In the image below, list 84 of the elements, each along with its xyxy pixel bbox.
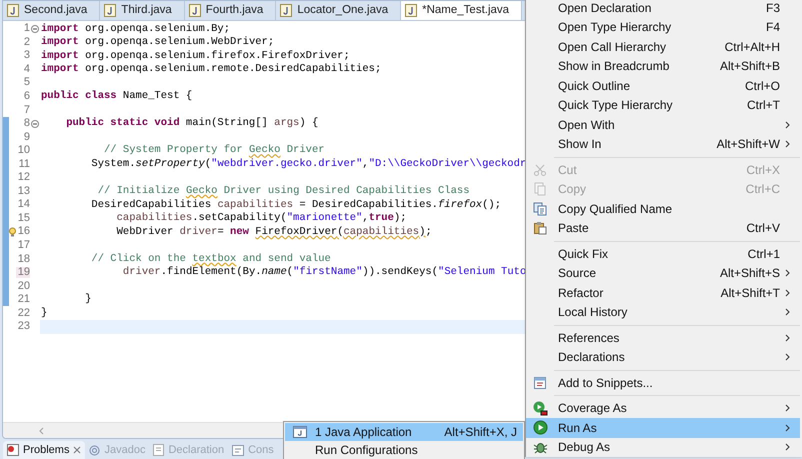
line-number: 9: [22, 132, 30, 143]
code-line: capabilities.setCapability("marionette",true);: [116, 213, 407, 224]
close-icon[interactable]: [73, 446, 82, 454]
line-number: 6: [22, 91, 30, 102]
code-line: // System Property for Gecko Driver: [103, 145, 325, 156]
menu-item[interactable]: Open Call Hierarchy Ctrl+Alt+H: [526, 37, 800, 56]
line-number: 3: [22, 50, 30, 62]
declaration-icon: [153, 444, 164, 456]
menu-item[interactable]: Quick Outline Ctrl+O: [526, 76, 800, 96]
menu-item[interactable]: Quick Fix Ctrl+1: [526, 244, 800, 264]
console-icon: [232, 444, 244, 456]
code-line: import org.openqa.selenium.WebDriver;: [40, 37, 274, 48]
menu-item[interactable]: Coverage As: [526, 398, 800, 418]
menu-item[interactable]: Add to Snippets...: [526, 373, 800, 392]
line-number: 4: [22, 64, 30, 75]
code-line: // Initialize Gecko Driver using Desired Capabilities Class: [96, 186, 470, 197]
line-number: 15: [16, 212, 30, 224]
java-file-icon: [405, 4, 418, 17]
menu-item[interactable]: Copy Qualified Name: [526, 199, 800, 218]
view-tab[interactable]: Problems: [3, 441, 86, 459]
menu-item[interactable]: Refactor Alt+Shift+T: [526, 283, 800, 302]
menu-item[interactable]: Declarations: [526, 348, 800, 367]
menu-item[interactable]: References: [526, 328, 800, 348]
collapse-icon[interactable]: [31, 120, 39, 128]
code-line: driver.findElement(By.name("firstName")).sendKeys("Selenium Tuto: [122, 267, 526, 278]
line-number: 5: [22, 77, 30, 88]
code-line: WebDriver driver= new FirefoxDriver(capabilities);: [116, 226, 432, 238]
menu-item[interactable]: 1 Java Application Alt+Shift+X, J: [285, 423, 523, 441]
line-number: 8: [22, 118, 30, 130]
menu-item[interactable]: Show In Alt+Shift+W: [526, 134, 800, 154]
code-line: }: [84, 294, 92, 305]
menu-item[interactable]: Debug As: [526, 438, 800, 457]
line-number: 19: [16, 267, 30, 278]
java-file-icon: [280, 4, 292, 17]
menu-item[interactable]: Paste Ctrl+V: [526, 218, 800, 238]
code-line: }: [40, 308, 48, 318]
java-app-icon: [293, 426, 307, 438]
line-number: 10: [16, 145, 30, 156]
line-number: 11: [18, 158, 30, 170]
code-line: import org.openqa.selenium.remote.DesiredCapabilities;: [40, 64, 382, 75]
line-number: 2: [22, 36, 30, 48]
java-file-icon: [7, 4, 19, 17]
code-line: // Click on the textbox and send value: [90, 254, 331, 264]
java-file-icon: [104, 4, 116, 17]
code-line: public class Name_Test {: [40, 91, 192, 102]
menu-item[interactable]: Quick Type Hierarchy Ctrl+T: [526, 96, 800, 115]
line-number: 18: [16, 254, 30, 265]
code-line: public static void main(String[] args) {: [65, 118, 318, 129]
code-line: System.setProperty("webdriver.gecko.driver","D:\\GeckoDriver\\geckodr: [90, 158, 526, 170]
code-line: DesiredCapabilities capabilities = DesiredCapabilities.firefox();: [90, 200, 502, 210]
collapse-icon[interactable]: [31, 24, 39, 33]
menu-item[interactable]: Show in Breadcrumb Alt+Shift+B: [526, 56, 800, 76]
menu-item[interactable]: Open Declaration F3: [526, 0, 800, 18]
editor-tab[interactable]: *Name_Test.java: [401, 1, 522, 20]
code-line: import org.openqa.selenium.firefox.FirefoxDriver;: [40, 50, 350, 62]
line-number: 12: [16, 172, 30, 184]
run-icon: [532, 420, 548, 436]
problems-icon: [7, 444, 19, 456]
coverage-icon: [532, 400, 548, 416]
menu-item[interactable]: Open With: [526, 115, 800, 134]
warning-bulb-icon[interactable]: [9, 226, 16, 237]
copy-name-icon: [533, 202, 547, 216]
line-number: 22: [16, 308, 30, 319]
code-line: import org.openqa.selenium.By;: [40, 24, 230, 34]
java-file-icon: [188, 4, 201, 17]
scissors-icon: [533, 162, 547, 177]
line-number: 21: [16, 294, 30, 306]
line-number: 20: [16, 280, 30, 292]
copy-icon: [533, 182, 547, 196]
line-number: 16: [16, 226, 30, 238]
line-number: 14: [16, 199, 30, 210]
javadoc-icon: [89, 444, 100, 456]
snippet-icon: [533, 376, 547, 390]
line-number: 13: [16, 186, 30, 197]
menu-item[interactable]: Run As: [526, 418, 800, 438]
line-number: 7: [22, 104, 30, 116]
menu-item[interactable]: Source Alt+Shift+S: [526, 264, 800, 283]
menu-item[interactable]: Open Type Hierarchy F4: [526, 18, 800, 37]
line-number: 1: [22, 23, 30, 34]
line-number: 23: [16, 321, 30, 332]
menu-item[interactable]: Run Configurations: [285, 441, 523, 459]
clipboard-icon: [533, 221, 547, 236]
line-number: 17: [16, 240, 30, 252]
menu-item[interactable]: Local History: [526, 302, 800, 322]
